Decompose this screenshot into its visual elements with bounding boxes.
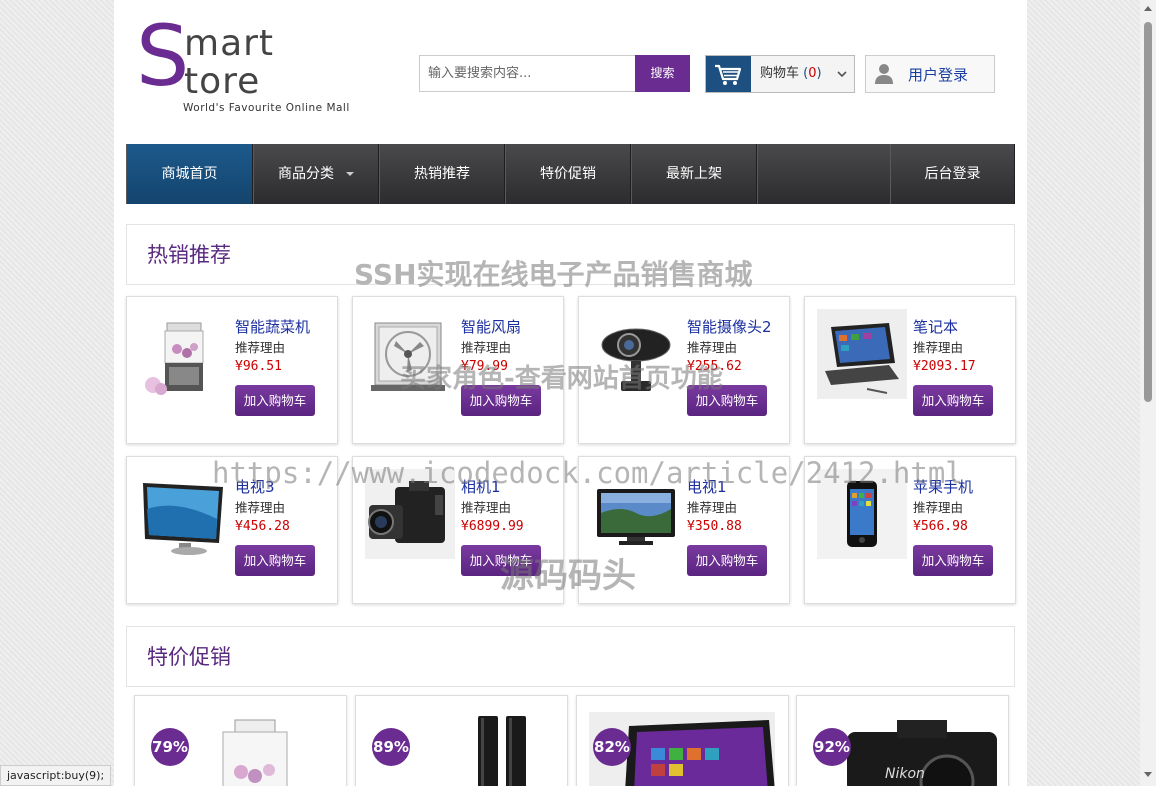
chevron-down-icon	[834, 66, 850, 82]
logo-line2: tore	[184, 61, 261, 102]
product-price: ¥255.62	[687, 359, 742, 374]
product-reason: 推荐理由	[687, 340, 738, 355]
juicer-icon[interactable]	[139, 309, 229, 399]
store-logo[interactable]: S mart tore World's Favourite Online Mal…	[136, 14, 356, 117]
page-container: S mart tore World's Favourite Online Mal…	[114, 0, 1027, 786]
cart-count: 0	[808, 66, 817, 81]
camera-icon[interactable]	[365, 469, 455, 559]
product-name[interactable]: 笔记本	[913, 316, 958, 337]
product-card: 智能蔬菜机 推荐理由 ¥96.51 加入购物车	[126, 296, 338, 444]
search-input[interactable]	[420, 56, 635, 91]
product-card: 智能摄像头2 推荐理由 ¥255.62 加入购物车	[578, 296, 790, 444]
product-name[interactable]: 智能蔬菜机	[235, 316, 310, 337]
product-card: 苹果手机 推荐理由 ¥566.98 加入购物车	[804, 456, 1016, 604]
product-card: 电视1 推荐理由 ¥350.88 加入购物车	[578, 456, 790, 604]
add-to-cart-button[interactable]: 加入购物车	[235, 545, 315, 576]
phone-icon[interactable]	[817, 469, 907, 559]
add-to-cart-button[interactable]: 加入购物车	[461, 385, 541, 416]
product-name[interactable]: 电视3	[235, 476, 275, 497]
logo-line1: mart	[184, 23, 275, 64]
product-reason: 推荐理由	[913, 340, 964, 355]
scroll-down-icon[interactable]	[1144, 772, 1152, 777]
section-sale-title: 特价促销	[147, 645, 231, 669]
scroll-up-icon[interactable]	[1144, 6, 1152, 11]
add-to-cart-button[interactable]: 加入购物车	[461, 545, 541, 576]
sale-card[interactable]: 89%	[355, 695, 568, 786]
logo-letter: S	[136, 7, 190, 105]
product-card: 电视3 推荐理由 ¥456.28 加入购物车	[126, 456, 338, 604]
product-card: 相机1 推荐理由 ¥6899.99 加入购物车	[352, 456, 564, 604]
product-price: ¥456.28	[235, 519, 290, 534]
add-to-cart-button[interactable]: 加入购物车	[235, 385, 315, 416]
product-name[interactable]: 智能摄像头2	[687, 316, 772, 337]
monitor-icon[interactable]	[139, 469, 229, 559]
caret-down-icon	[346, 172, 354, 176]
camera-brand: Nikon	[885, 766, 925, 782]
product-name[interactable]: 智能风扇	[461, 316, 521, 337]
product-reason: 推荐理由	[235, 340, 286, 355]
user-icon	[874, 63, 894, 85]
page-scrollbar[interactable]	[1140, 0, 1156, 786]
product-price: ¥2093.17	[913, 359, 976, 374]
main-nav: 商城首页 商品分类 热销推荐 特价促销 最新上架 后台登录	[126, 144, 1015, 204]
cart-dropdown[interactable]: 购物车 (0)	[705, 55, 855, 93]
cart-label: 购物车 (0)	[760, 66, 822, 81]
nav-categories[interactable]: 商品分类	[253, 144, 379, 204]
fan-icon[interactable]	[365, 309, 455, 399]
product-reason: 推荐理由	[687, 500, 738, 515]
section-sale-header: 特价促销	[126, 626, 1015, 687]
laptop-icon[interactable]	[817, 309, 907, 399]
nav-admin[interactable]: 后台登录	[890, 144, 1015, 204]
product-reason: 推荐理由	[235, 500, 286, 515]
nav-new[interactable]: 最新上架	[631, 144, 757, 204]
user-login-button[interactable]: 用户登录	[865, 55, 995, 93]
product-name[interactable]: 苹果手机	[913, 476, 973, 497]
product-card: 智能风扇 推荐理由 ¥79.99 加入购物车	[352, 296, 564, 444]
add-to-cart-button[interactable]: 加入购物车	[913, 385, 993, 416]
search-bar: 搜索	[419, 55, 690, 92]
browser-status-bar: javascript:buy(9);	[0, 765, 112, 786]
product-name[interactable]: 相机1	[461, 476, 501, 497]
search-button[interactable]: 搜索	[635, 55, 690, 92]
user-login-label: 用户登录	[908, 66, 969, 84]
product-reason: 推荐理由	[913, 500, 964, 515]
sale-card[interactable]: 79%	[134, 695, 347, 786]
product-price: ¥96.51	[235, 359, 282, 374]
logo-tagline: World's Favourite Online Mall	[183, 102, 350, 114]
add-to-cart-button[interactable]: 加入购物车	[913, 545, 993, 576]
webcam-icon[interactable]	[591, 309, 681, 399]
add-to-cart-button[interactable]: 加入购物车	[687, 385, 767, 416]
juicer-icon	[205, 712, 325, 786]
product-price: ¥566.98	[913, 519, 968, 534]
product-price: ¥6899.99	[461, 519, 524, 534]
product-price: ¥350.88	[687, 519, 742, 534]
nav-sale[interactable]: 特价促销	[505, 144, 631, 204]
discount-badge: 82%	[593, 728, 631, 766]
product-name[interactable]: 电视1	[687, 476, 727, 497]
section-hot-title: 热销推荐	[147, 243, 231, 267]
add-to-cart-button[interactable]: 加入购物车	[687, 545, 767, 576]
discount-badge: 89%	[372, 728, 410, 766]
product-card: 笔记本 推荐理由 ¥2093.17 加入购物车	[804, 296, 1016, 444]
nav-hot[interactable]: 热销推荐	[379, 144, 505, 204]
shopping-cart-icon	[706, 56, 751, 92]
product-reason: 推荐理由	[461, 340, 512, 355]
product-reason: 推荐理由	[461, 500, 512, 515]
nav-spacer	[757, 144, 890, 204]
section-hot-header: 热销推荐	[126, 224, 1015, 285]
speaker-icon	[426, 712, 546, 786]
discount-badge: 92%	[813, 728, 851, 766]
discount-badge: 79%	[151, 728, 189, 766]
nav-home[interactable]: 商城首页	[126, 144, 253, 204]
sale-card[interactable]: Nikon 92%	[796, 695, 1009, 786]
tv-icon[interactable]	[591, 469, 681, 559]
camera-icon: Nikon	[827, 712, 1002, 786]
product-price: ¥79.99	[461, 359, 508, 374]
sale-card[interactable]: 82%	[576, 695, 789, 786]
scrollbar-thumb[interactable]	[1144, 22, 1152, 402]
